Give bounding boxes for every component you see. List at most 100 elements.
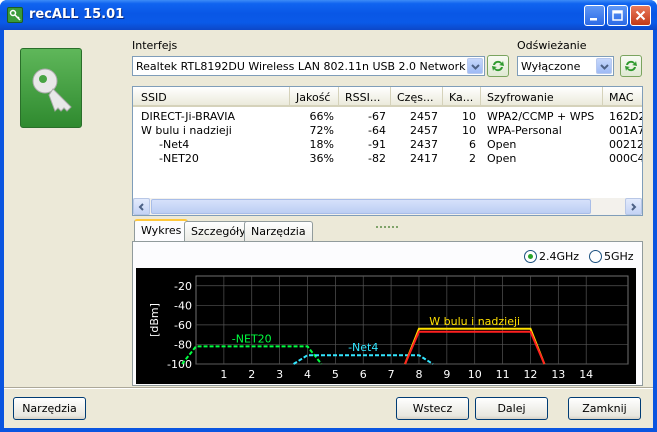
interface-select-value: Realtek RTL8192DU Wireless LAN 802.11n U… — [136, 60, 466, 73]
app-window: recALL 15.01 Interfejs Realtek RTL8192DU… — [0, 0, 657, 432]
back-button[interactable]: Wstecz — [396, 397, 469, 420]
close-window-button[interactable] — [630, 5, 651, 26]
column-rssi[interactable]: RSSI... — [339, 87, 391, 107]
y-tick-label: -40 — [174, 299, 192, 312]
horizontal-scrollbar[interactable] — [133, 198, 642, 215]
cell-mac: 000C4 — [609, 152, 643, 165]
cell-channel: 6 — [469, 138, 476, 151]
scrollbar-thumb[interactable] — [151, 199, 591, 214]
y-axis-label: [dBm] — [148, 303, 161, 337]
cell-encryption: Open — [487, 152, 517, 165]
cell-mac: 162D2 — [609, 110, 643, 123]
cell-quality: 36% — [309, 152, 334, 165]
series-label: W bulu i nadzieji — [429, 315, 520, 328]
y-tick-label: -80 — [174, 338, 192, 351]
table-row[interactable]: W bulu i nadzieji 72% -64 2457 10 WPA-Persona… — [133, 124, 642, 138]
window-title: recALL 15.01 — [29, 7, 125, 22]
interface-refresh-button[interactable] — [487, 55, 509, 77]
client-area: Interfejs Realtek RTL8192DU Wireless LAN… — [4, 30, 653, 428]
minimize-button[interactable] — [584, 5, 605, 26]
band-24ghz-label[interactable]: 2.4GHz — [539, 250, 579, 263]
column-channel[interactable]: Ka... — [443, 87, 481, 107]
cell-frequency: 2457 — [410, 124, 438, 137]
y-tick-label: -60 — [174, 319, 192, 332]
maximize-button[interactable] — [607, 5, 628, 26]
cell-channel: 10 — [462, 124, 476, 137]
signal-chart: -20-40-60-80-1001 2 3 4 5 6 7 8 9 10 11 12 13 14[dBm]… — [136, 268, 636, 384]
interface-select[interactable]: Realtek RTL8192DU Wireless LAN 802.11n U… — [132, 56, 485, 76]
x-tick-label: 10 — [468, 368, 482, 381]
cell-encryption: Open — [487, 138, 517, 151]
scroll-left-button[interactable] — [133, 198, 150, 215]
plot-area — [195, 275, 629, 365]
cell-rssi: -64 — [368, 124, 386, 137]
x-tick-label: 11 — [496, 368, 510, 381]
x-tick-label: 1 — [220, 368, 227, 381]
cell-frequency: 2417 — [410, 152, 438, 165]
x-tick-label: 9 — [443, 368, 450, 381]
cell-quality: 18% — [309, 138, 334, 151]
x-tick-label: 4 — [304, 368, 311, 381]
x-tick-label: 3 — [276, 368, 283, 381]
cell-ssid: -NET20 — [159, 152, 199, 165]
interface-label: Interfejs — [132, 39, 178, 52]
cell-mac: 00212 — [609, 138, 643, 151]
cell-encryption: WPA2/CCMP + WPS — [487, 110, 595, 123]
band-24ghz-radio[interactable] — [524, 250, 537, 263]
tab-details[interactable]: Szczegóły — [184, 221, 253, 241]
y-tick-label: -20 — [174, 280, 192, 293]
x-tick-label: 5 — [332, 368, 339, 381]
close-button[interactable]: Zamknij — [568, 397, 641, 420]
cell-encryption: WPA-Personal — [487, 124, 562, 137]
band-5ghz-label[interactable]: 5GHz — [604, 250, 634, 263]
table-row[interactable]: DIRECT-Ji-BRAVIA 66% -67 2457 10 WPA2/CCMP + … — [133, 110, 642, 124]
column-mac[interactable]: MAC — [603, 87, 642, 107]
key-icon — [20, 48, 82, 128]
cell-mac: 001A7 — [609, 124, 643, 137]
next-button[interactable]: Dalej — [475, 397, 548, 420]
x-tick-label: 6 — [360, 368, 367, 381]
cell-frequency: 2457 — [410, 110, 438, 123]
cell-ssid: W bulu i nadzieji — [141, 124, 232, 137]
splitter-grip[interactable] — [376, 218, 400, 231]
series-label: -Net4 — [348, 341, 378, 354]
cell-frequency: 2437 — [410, 138, 438, 151]
x-tick-label: 14 — [579, 368, 593, 381]
title-bar[interactable]: recALL 15.01 — [0, 0, 657, 30]
chevron-down-icon[interactable] — [467, 58, 483, 74]
cell-rssi: -67 — [368, 110, 386, 123]
column-ssid[interactable]: SSID — [133, 87, 290, 107]
column-quality[interactable]: Jakość — [290, 87, 339, 107]
cell-rssi: -91 — [368, 138, 386, 151]
scroll-right-button[interactable] — [625, 198, 642, 215]
refresh-label: Odświeżanie — [517, 39, 587, 52]
refresh-now-button[interactable] — [620, 55, 642, 77]
network-list[interactable]: SSID Jakość RSSI... Częs... Ka... Szyfro… — [132, 86, 643, 216]
x-tick-label: 2 — [248, 368, 255, 381]
table-row[interactable]: -Net4 18% -91 2437 6 Open 00212 — [133, 138, 642, 152]
x-tick-label: 12 — [523, 368, 537, 381]
chevron-down-icon[interactable] — [596, 58, 612, 74]
tab-chart[interactable]: Wykres — [134, 219, 189, 242]
column-frequency[interactable]: Częs... — [391, 87, 443, 107]
app-key-icon — [7, 7, 23, 23]
table-row[interactable]: -NET20 36% -82 2417 2 Open 000C4 — [133, 152, 642, 166]
x-tick-label: 13 — [551, 368, 565, 381]
cell-channel: 10 — [462, 110, 476, 123]
x-tick-label: 7 — [388, 368, 395, 381]
refresh-icon — [492, 60, 504, 72]
refresh-interval-select[interactable]: Wyłączone — [517, 56, 614, 76]
cell-ssid: -Net4 — [159, 138, 190, 151]
column-encryption[interactable]: Szyfrowanie — [481, 87, 603, 107]
cell-ssid: DIRECT-Ji-BRAVIA — [141, 110, 236, 123]
refresh-interval-value: Wyłączone — [521, 60, 581, 73]
cell-quality: 72% — [309, 124, 334, 137]
band-5ghz-radio[interactable] — [589, 250, 602, 263]
tab-tools[interactable]: Narzędzia — [244, 221, 313, 241]
footer-divider — [4, 387, 653, 389]
tools-button[interactable]: Narzędzia — [13, 397, 86, 420]
series-label: -NET20 — [232, 332, 272, 345]
cell-rssi: -82 — [368, 152, 386, 165]
network-list-header: SSID Jakość RSSI... Częs... Ka... Szyfro… — [133, 87, 642, 107]
cell-channel: 2 — [469, 152, 476, 165]
